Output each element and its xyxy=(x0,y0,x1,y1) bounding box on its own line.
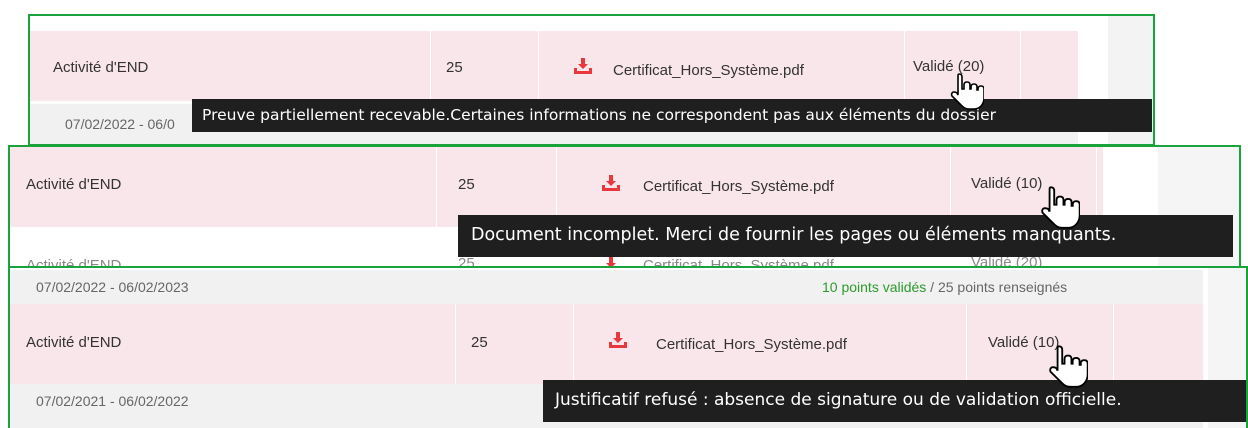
download-icon[interactable] xyxy=(609,332,627,348)
file-link[interactable]: Certificat_Hors_Système.pdf xyxy=(613,62,804,79)
column-divider xyxy=(436,145,437,268)
tooltip: Preuve partiellement recevable.Certaines… xyxy=(192,99,1152,132)
panel-3: 07/02/2022 - 06/02/2023 10 points validé… xyxy=(8,266,1248,428)
file-link[interactable]: Certificat_Hors_Système.pdf xyxy=(643,178,834,195)
tooltip-text: Preuve partiellement recevable.Certaines… xyxy=(202,106,997,124)
period-label: 07/02/2021 - 06/02/2022 xyxy=(36,393,189,409)
hand-pointer-icon xyxy=(1041,186,1080,229)
download-icon[interactable] xyxy=(574,58,592,74)
file-link[interactable]: Certificat_Hors_Système.pdf xyxy=(656,336,847,353)
period-label: 07/02/2022 - 06/0 xyxy=(65,116,175,132)
activity-label: Activité d'END xyxy=(26,334,122,351)
validated-points: 10 points validés xyxy=(822,279,927,295)
entered-points: / 25 points renseignés xyxy=(926,279,1068,295)
panel-2: Activité d'END 25 Certificat_Hors_Systèm… xyxy=(8,145,1241,268)
tooltip-text: Document incomplet. Merci de fournir les… xyxy=(471,225,1117,245)
activity-label: Activité d'END xyxy=(53,59,149,76)
points-value: 25 xyxy=(446,59,463,76)
points-value: 25 xyxy=(458,176,475,193)
period-label: 07/02/2022 - 06/02/2023 xyxy=(36,279,189,295)
points-summary: 10 points validés / 25 points renseignés xyxy=(822,279,1067,295)
tooltip: Document incomplet. Merci de fournir les… xyxy=(458,215,1233,257)
points-value: 25 xyxy=(471,334,488,351)
tooltip: Justificatif refusé : absence de signatu… xyxy=(543,380,1248,422)
hand-pointer-icon xyxy=(950,73,984,110)
panel-1: Activité d'END 25 Certificat_Hors_Systèm… xyxy=(28,14,1155,144)
tooltip-text: Justificatif refusé : absence de signatu… xyxy=(555,390,1122,410)
download-icon[interactable] xyxy=(602,175,620,191)
hand-pointer-icon xyxy=(1049,345,1088,388)
status-badge[interactable]: Validé (10) xyxy=(971,175,1042,192)
activity-label: Activité d'END xyxy=(26,176,122,193)
